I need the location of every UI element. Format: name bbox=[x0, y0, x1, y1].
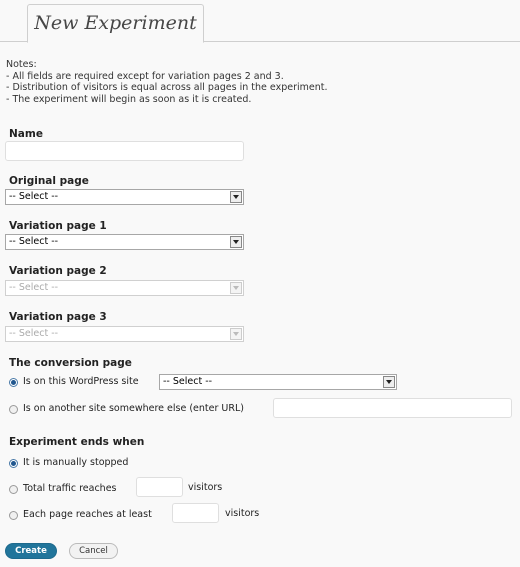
notes: Notes: - All fields are required except … bbox=[6, 59, 327, 105]
ends-traffic-input[interactable] bbox=[136, 477, 183, 497]
chevron-down-icon[interactable] bbox=[230, 328, 242, 340]
notes-item: - All fields are required except for var… bbox=[6, 70, 284, 82]
chevron-down-icon[interactable] bbox=[230, 236, 242, 248]
notes-item: - The experiment will begin as soon as i… bbox=[6, 93, 252, 105]
create-button[interactable]: Create bbox=[5, 543, 57, 559]
notes-heading: Notes: bbox=[6, 59, 37, 70]
cancel-button[interactable]: Cancel bbox=[69, 543, 118, 559]
variation-page-2-select[interactable]: -- Select -- bbox=[5, 280, 244, 296]
ends-page-suffix: visitors bbox=[225, 508, 260, 519]
ends-traffic-suffix: visitors bbox=[188, 482, 223, 493]
variation-page-3-select-value: -- Select -- bbox=[9, 328, 59, 339]
variation-page-1-select-value: -- Select -- bbox=[9, 236, 59, 247]
conversion-on-site-label[interactable]: Is on this WordPress site bbox=[23, 376, 139, 387]
original-page-label: Original page bbox=[9, 175, 89, 187]
conversion-heading: The conversion page bbox=[9, 357, 132, 369]
tab-new-experiment[interactable]: New Experiment bbox=[27, 4, 204, 43]
notes-item: - Distribution of visitors is equal acro… bbox=[6, 82, 328, 93]
variation-page-2-label: Variation page 2 bbox=[9, 265, 107, 277]
tab-bar: New Experiment bbox=[0, 0, 520, 43]
variation-page-3-select[interactable]: -- Select -- bbox=[5, 326, 244, 342]
ends-manual-radio[interactable] bbox=[9, 459, 18, 468]
ends-page-radio[interactable] bbox=[9, 511, 18, 520]
chevron-down-icon[interactable] bbox=[230, 191, 242, 203]
conversion-url-input[interactable] bbox=[273, 398, 512, 418]
original-page-select[interactable]: -- Select -- bbox=[5, 189, 244, 205]
name-label: Name bbox=[9, 128, 43, 140]
ends-traffic-radio[interactable] bbox=[9, 485, 18, 494]
conversion-on-site-radio[interactable] bbox=[9, 378, 18, 387]
chevron-down-icon[interactable] bbox=[383, 376, 395, 388]
conversion-external-label[interactable]: Is on another site somewhere else (enter… bbox=[23, 403, 244, 414]
ends-traffic-label[interactable]: Total traffic reaches bbox=[23, 483, 117, 494]
variation-page-3-label: Variation page 3 bbox=[9, 311, 107, 323]
ends-page-input[interactable] bbox=[172, 503, 219, 523]
ends-manual-label[interactable]: It is manually stopped bbox=[23, 457, 128, 468]
conversion-page-select[interactable]: -- Select -- bbox=[159, 374, 397, 390]
variation-page-1-label: Variation page 1 bbox=[9, 220, 107, 232]
variation-page-1-select[interactable]: -- Select -- bbox=[5, 234, 244, 250]
original-page-select-value: -- Select -- bbox=[9, 191, 59, 202]
ends-page-label[interactable]: Each page reaches at least bbox=[23, 509, 152, 520]
name-input[interactable] bbox=[5, 141, 244, 161]
conversion-page-select-value: -- Select -- bbox=[163, 376, 213, 387]
conversion-external-radio[interactable] bbox=[9, 405, 18, 414]
variation-page-2-select-value: -- Select -- bbox=[9, 282, 59, 293]
chevron-down-icon[interactable] bbox=[230, 282, 242, 294]
experiment-ends-heading: Experiment ends when bbox=[9, 436, 145, 448]
